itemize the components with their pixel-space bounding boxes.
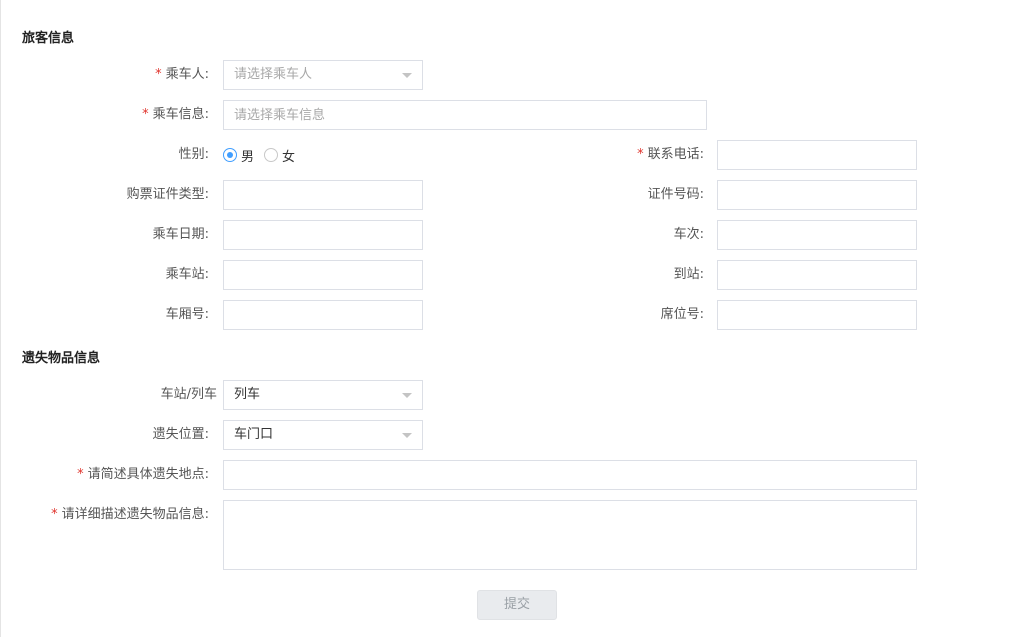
- phone-label: * 联系电话:: [637, 147, 704, 162]
- train-no-field[interactable]: [717, 220, 917, 250]
- car-no-field[interactable]: [223, 300, 423, 330]
- seat-no-input[interactable]: [718, 301, 916, 329]
- required-mark: *: [155, 67, 162, 82]
- section-title-lost-item: 遗失物品信息: [22, 351, 101, 366]
- section-title-passenger: 旅客信息: [22, 31, 75, 46]
- trip-info-label: * 乘车信息:: [142, 107, 209, 122]
- gender-radio-group: 男 女: [223, 140, 305, 170]
- phone-field[interactable]: [717, 140, 917, 170]
- location-desc-label: * 请简述具体遗失地点:: [77, 467, 209, 482]
- position-label: 遗失位置:: [152, 427, 209, 442]
- required-mark: *: [77, 467, 84, 482]
- arrive-station-input[interactable]: [718, 261, 916, 289]
- id-type-label: 购票证件类型:: [126, 187, 209, 202]
- required-mark: *: [637, 147, 644, 162]
- date-field[interactable]: [223, 220, 423, 250]
- gender-label: 性别:: [178, 147, 209, 162]
- position-select[interactable]: 车门口: [223, 420, 423, 450]
- trip-info-input[interactable]: [224, 101, 706, 129]
- train-no-input[interactable]: [718, 221, 916, 249]
- seat-no-label: 席位号:: [660, 307, 704, 322]
- id-number-input[interactable]: [718, 181, 916, 209]
- location-desc-field[interactable]: [223, 460, 917, 490]
- chevron-down-icon: [402, 433, 412, 438]
- date-input[interactable]: [224, 221, 422, 249]
- car-no-label: 车厢号:: [165, 307, 209, 322]
- place-type-label: 车站/列车: [160, 387, 217, 402]
- id-number-field[interactable]: [717, 180, 917, 210]
- rider-select-value: 请选择乘车人: [234, 67, 313, 82]
- required-mark: *: [142, 107, 149, 122]
- depart-station-input[interactable]: [224, 261, 422, 289]
- chevron-down-icon: [402, 393, 412, 398]
- id-type-input[interactable]: [224, 181, 422, 209]
- location-desc-input[interactable]: [224, 461, 916, 489]
- radio-unchecked-icon: [264, 148, 279, 162]
- rider-label: * 乘车人:: [155, 67, 209, 82]
- gender-radio-male[interactable]: 男: [223, 146, 254, 165]
- required-mark: *: [51, 507, 58, 522]
- arrive-station-label: 到站:: [673, 267, 704, 282]
- lost-item-form: 旅客信息 *乘车人: 请选择乘车人 *乘车信息: 性别: 男 女 *联系电话: …: [0, 0, 1026, 637]
- place-type-select-value: 列车: [234, 387, 261, 402]
- submit-button[interactable]: 提交: [477, 590, 557, 620]
- rider-select[interactable]: 请选择乘车人: [223, 60, 423, 90]
- item-desc-textarea[interactable]: [224, 501, 916, 569]
- id-number-label: 证件号码:: [647, 187, 704, 202]
- car-no-input[interactable]: [224, 301, 422, 329]
- depart-station-field[interactable]: [223, 260, 423, 290]
- chevron-down-icon: [402, 73, 412, 78]
- item-desc-field[interactable]: [223, 500, 917, 570]
- item-desc-label: * 请详细描述遗失物品信息:: [51, 507, 209, 522]
- phone-input[interactable]: [718, 141, 916, 169]
- date-label: 乘车日期:: [152, 227, 209, 242]
- id-type-field[interactable]: [223, 180, 423, 210]
- trip-info-field[interactable]: [223, 100, 707, 130]
- gender-radio-female[interactable]: 女: [264, 146, 295, 165]
- position-select-value: 车门口: [234, 427, 274, 442]
- arrive-station-field[interactable]: [717, 260, 917, 290]
- depart-station-label: 乘车站:: [165, 267, 209, 282]
- seat-no-field[interactable]: [717, 300, 917, 330]
- place-type-select[interactable]: 列车: [223, 380, 423, 410]
- radio-checked-icon: [223, 148, 237, 162]
- train-no-label: 车次:: [673, 227, 704, 242]
